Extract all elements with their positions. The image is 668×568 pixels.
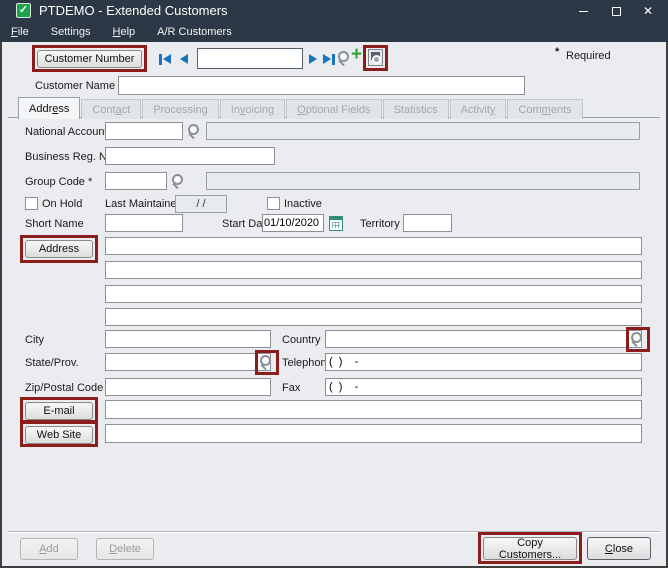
tab-statistics[interactable]: Statistics xyxy=(383,99,449,119)
tab-address[interactable]: Address xyxy=(18,97,80,119)
state-prov-input[interactable] xyxy=(105,353,271,371)
country-finder-icon[interactable] xyxy=(630,331,644,347)
state-prov-finder-icon[interactable] xyxy=(259,354,273,370)
country-label: Country xyxy=(282,334,321,346)
group-code-label: Group Code * xyxy=(25,176,92,188)
menu-item-ar-customers[interactable]: A/R Customers xyxy=(146,22,243,42)
address-line-4-input[interactable] xyxy=(105,308,642,326)
customer-name-input[interactable] xyxy=(118,76,525,95)
inactive-checkbox[interactable] xyxy=(267,197,280,210)
group-code-finder-icon[interactable] xyxy=(171,173,185,189)
email-input[interactable] xyxy=(105,400,642,419)
tab-optional-fields[interactable]: Optional Fields xyxy=(286,99,381,119)
first-record-icon xyxy=(159,54,162,65)
tab-contact[interactable]: Contact xyxy=(81,99,141,119)
email-button[interactable]: E-mail xyxy=(25,402,93,420)
required-star: * xyxy=(555,46,559,58)
fax-input[interactable] xyxy=(325,378,642,396)
last-record-button[interactable] xyxy=(323,53,335,65)
maximize-icon xyxy=(612,7,621,16)
on-hold-label: On Hold xyxy=(42,198,82,210)
search-icon[interactable] xyxy=(337,50,351,66)
next-record-button[interactable] xyxy=(309,53,317,65)
menu-bar: File Settings Help A/R Customers xyxy=(0,22,668,42)
close-form-button[interactable]: Close xyxy=(587,537,651,560)
city-input[interactable] xyxy=(105,330,271,348)
new-record-plus-icon[interactable]: + xyxy=(351,45,362,64)
inquiry-icon[interactable] xyxy=(368,49,383,66)
inactive-label: Inactive xyxy=(284,198,322,210)
maximize-button[interactable] xyxy=(602,0,630,22)
bottom-separator xyxy=(8,531,660,533)
state-prov-label: State/Prov. xyxy=(25,357,79,369)
address-button[interactable]: Address xyxy=(25,240,93,258)
required-label: Required xyxy=(566,50,611,62)
calendar-icon[interactable] xyxy=(329,216,343,231)
on-hold-checkbox[interactable] xyxy=(25,197,38,210)
first-record-button[interactable] xyxy=(159,53,171,65)
tab-activity[interactable]: Activity xyxy=(450,99,507,119)
group-code-description xyxy=(206,172,640,190)
last-maintained-value: / / xyxy=(175,195,227,213)
tab-invoicing[interactable]: Invoicing xyxy=(220,99,285,119)
telephone-input[interactable] xyxy=(325,353,642,371)
previous-record-icon xyxy=(180,54,188,64)
last-maintained-label: Last Maintained xyxy=(105,198,183,210)
national-account-finder-icon[interactable] xyxy=(187,123,201,139)
zip-postal-input[interactable] xyxy=(105,378,271,396)
customer-name-label: Customer Name xyxy=(35,80,115,92)
close-button[interactable]: ✕ xyxy=(634,0,662,22)
minimize-button[interactable] xyxy=(569,0,597,22)
fax-label: Fax xyxy=(282,382,300,394)
title-bar: ✓ PTDEMO - Extended Customers ✕ xyxy=(0,0,668,22)
territory-label: Territory xyxy=(360,218,400,230)
window-title: PTDEMO - Extended Customers xyxy=(39,3,228,18)
tab-strip: Address Contact Processing Invoicing Opt… xyxy=(18,97,584,119)
tab-comments[interactable]: Comments xyxy=(507,99,582,119)
add-button[interactable]: Add xyxy=(20,538,78,560)
address-line-2-input[interactable] xyxy=(105,261,642,279)
country-input[interactable] xyxy=(325,330,642,348)
group-code-input[interactable] xyxy=(105,172,167,190)
menu-item-help[interactable]: Help xyxy=(102,22,147,42)
zip-postal-label: Zip/Postal Code xyxy=(25,382,103,394)
last-record-icon xyxy=(323,54,331,64)
city-label: City xyxy=(25,334,44,346)
address-line-1-input[interactable] xyxy=(105,237,642,255)
national-account-description xyxy=(206,122,640,140)
previous-record-button[interactable] xyxy=(180,53,188,65)
app-window: ✓ PTDEMO - Extended Customers ✕ File Set… xyxy=(0,0,668,568)
business-reg-label: Business Reg. No. xyxy=(25,151,116,163)
address-line-3-input[interactable] xyxy=(105,285,642,303)
app-icon: ✓ xyxy=(16,3,31,18)
delete-button[interactable]: Delete xyxy=(96,538,154,560)
menu-item-settings[interactable]: Settings xyxy=(40,22,102,42)
short-name-label: Short Name xyxy=(25,218,84,230)
web-site-input[interactable] xyxy=(105,424,642,443)
web-site-button[interactable]: Web Site xyxy=(25,426,93,444)
customer-number-input[interactable] xyxy=(197,48,303,69)
business-reg-input[interactable] xyxy=(105,147,275,165)
tab-processing[interactable]: Processing xyxy=(142,99,218,119)
minimize-icon xyxy=(579,11,588,12)
national-account-input[interactable] xyxy=(105,122,183,140)
customer-number-button[interactable]: Customer Number xyxy=(37,50,142,68)
start-date-input[interactable] xyxy=(262,214,324,232)
territory-input[interactable] xyxy=(403,214,452,232)
copy-customers-button[interactable]: Copy Customers... xyxy=(483,537,577,560)
short-name-input[interactable] xyxy=(105,214,183,232)
menu-item-file[interactable]: File xyxy=(0,22,40,42)
next-record-icon xyxy=(309,54,317,64)
